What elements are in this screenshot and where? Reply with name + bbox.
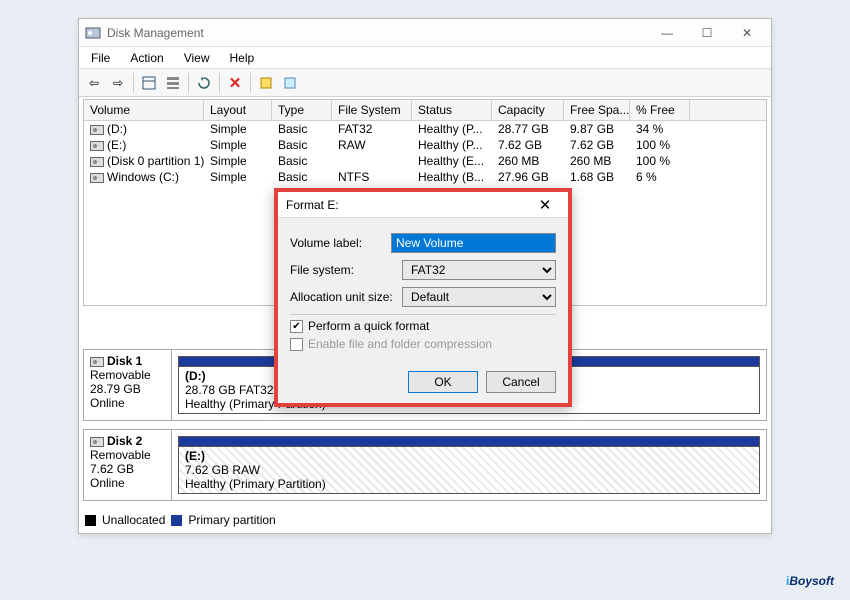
volume-label-input[interactable] [391,233,556,253]
col-status[interactable]: Status [412,100,492,120]
checkbox-icon [290,338,303,351]
col-capacity[interactable]: Capacity [492,100,564,120]
help-icon[interactable] [279,72,301,94]
legend-swatch-unallocated [85,515,96,526]
menu-view[interactable]: View [174,51,220,65]
volume-label-label: Volume label: [290,236,391,250]
file-system-label: File system: [290,263,402,277]
toolbar: ⇦ ⇨ ✕ [79,69,771,97]
col-type[interactable]: Type [272,100,332,120]
ok-button[interactable]: OK [408,371,478,393]
volume-row[interactable]: Windows (C:)SimpleBasicNTFSHealthy (B...… [84,169,766,185]
compression-checkbox: Enable file and folder compression [290,337,556,351]
menubar: File Action View Help [79,47,771,69]
view-icon[interactable] [138,72,160,94]
volume-row[interactable]: (E:)SimpleBasicRAWHealthy (P...7.62 GB7.… [84,137,766,153]
disk-info: Disk 1Removable28.79 GBOnline [84,350,172,420]
app-icon [85,25,101,41]
separator [133,73,134,93]
cancel-button[interactable]: Cancel [486,371,556,393]
menu-help[interactable]: Help [220,51,265,65]
watermark-logo: iBoysoft [786,560,834,592]
disk-info: Disk 2Removable7.62 GBOnline [84,430,172,500]
format-dialog: Format E: ✕ Volume label: File system: F… [274,188,572,407]
allocation-unit-select[interactable]: Default [402,287,556,307]
allocation-unit-label: Allocation unit size: [290,290,402,304]
col-free[interactable]: Free Spa... [564,100,630,120]
dialog-close-icon[interactable]: ✕ [530,196,560,214]
col-volume[interactable]: Volume [84,100,204,120]
legend-primary: Primary partition [188,513,275,527]
quick-format-label: Perform a quick format [308,319,429,333]
legend-unallocated: Unallocated [102,513,165,527]
compression-label: Enable file and folder compression [308,337,492,351]
menu-file[interactable]: File [81,51,120,65]
volume-row[interactable]: (Disk 0 partition 1)SimpleBasicHealthy (… [84,153,766,169]
menu-action[interactable]: Action [120,51,173,65]
legend-swatch-primary [171,515,182,526]
volume-header: Volume Layout Type File System Status Ca… [84,100,766,121]
separator [188,73,189,93]
legend: Unallocated Primary partition [85,510,276,530]
forward-icon[interactable]: ⇨ [107,72,129,94]
window-title: Disk Management [107,26,647,40]
separator [250,73,251,93]
col-filesystem[interactable]: File System [332,100,412,120]
disk-row: Disk 2Removable7.62 GBOnline(E:)7.62 GB … [83,429,767,501]
col-pctfree[interactable]: % Free [630,100,690,120]
file-system-select[interactable]: FAT32 [402,260,556,280]
separator [219,73,220,93]
checkbox-icon: ✔ [290,320,303,333]
properties-icon[interactable] [255,72,277,94]
dialog-titlebar: Format E: ✕ [278,192,568,218]
minimize-button[interactable]: — [647,21,687,45]
list-icon[interactable] [162,72,184,94]
dialog-title: Format E: [286,198,530,212]
close-button[interactable]: ✕ [727,21,767,45]
titlebar: Disk Management — ☐ ✕ [79,19,771,47]
maximize-button[interactable]: ☐ [687,21,727,45]
delete-icon[interactable]: ✕ [224,72,246,94]
refresh-icon[interactable] [193,72,215,94]
col-layout[interactable]: Layout [204,100,272,120]
quick-format-checkbox[interactable]: ✔ Perform a quick format [290,319,556,333]
partition-block[interactable]: (E:)7.62 GB RAWHealthy (Primary Partitio… [178,436,760,494]
volume-row[interactable]: (D:)SimpleBasicFAT32Healthy (P...28.77 G… [84,121,766,137]
back-icon[interactable]: ⇦ [83,72,105,94]
